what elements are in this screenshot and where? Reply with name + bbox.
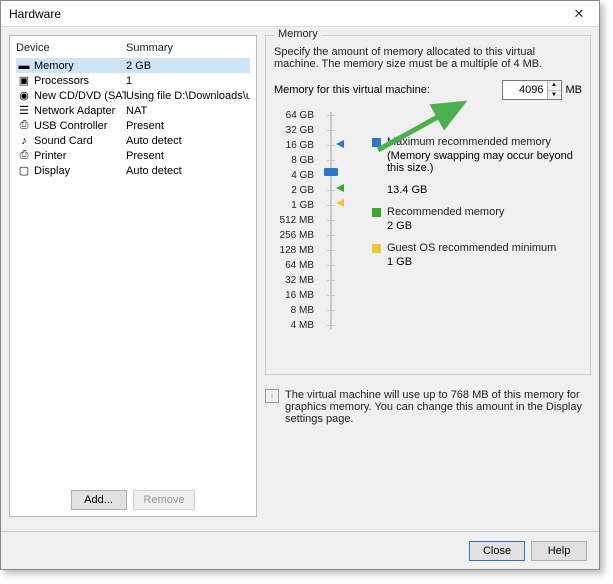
scale-tick-label: 64 GB xyxy=(274,108,314,123)
scale-tick-label: 32 MB xyxy=(274,273,314,288)
cpu-icon: ▣ xyxy=(16,74,32,88)
device-summary: NAT xyxy=(126,105,250,117)
help-button[interactable]: Help xyxy=(531,541,587,561)
sound-icon: ♪ xyxy=(16,134,32,148)
device-summary: Present xyxy=(126,150,250,162)
device-row[interactable]: ▬Memory2 GB xyxy=(16,58,250,73)
graphics-memory-note: i The virtual machine will use up to 768… xyxy=(265,389,591,425)
title-bar: Hardware ✕ xyxy=(1,1,599,27)
max-note: (Memory swapping may occur beyond this s… xyxy=(387,150,582,174)
device-summary: 1 xyxy=(126,75,250,87)
device-row[interactable]: ▣Processors1 xyxy=(16,73,250,88)
graphics-note-text: The virtual machine will use up to 768 M… xyxy=(285,389,591,425)
memory-slider[interactable] xyxy=(322,108,342,333)
max-value: 13.4 GB xyxy=(387,184,582,196)
scale-tick-label: 4 MB xyxy=(274,318,314,333)
scale-tick-label: 512 MB xyxy=(274,213,314,228)
spinner-up-icon[interactable]: ▲ xyxy=(548,81,561,91)
scale-tick-label: 2 GB xyxy=(274,183,314,198)
scale-tick-label: 128 MB xyxy=(274,243,314,258)
device-list-header: Device Summary xyxy=(16,42,250,58)
window-close-button[interactable]: ✕ xyxy=(559,6,599,22)
scale-tick-label: 32 GB xyxy=(274,123,314,138)
device-list-panel: Device Summary ▬Memory2 GB▣Processors1◉N… xyxy=(9,35,257,517)
memory-input[interactable] xyxy=(503,81,547,99)
display-icon: ▢ xyxy=(16,164,32,178)
scale-tick-label: 16 GB xyxy=(274,138,314,153)
device-name: USB Controller xyxy=(34,120,126,132)
slider-thumb[interactable] xyxy=(324,168,338,176)
device-name: Printer xyxy=(34,150,126,162)
device-row[interactable]: ⎙PrinterPresent xyxy=(16,148,250,163)
device-name: New CD/DVD (SATA) xyxy=(34,90,126,102)
scale-tick-label: 256 MB xyxy=(274,228,314,243)
memory-input-label: Memory for this virtual machine: xyxy=(274,84,498,96)
scale-tick-label: 8 GB xyxy=(274,153,314,168)
scale-tick-label: 8 MB xyxy=(274,303,314,318)
device-summary: 2 GB xyxy=(126,60,250,72)
memory-group: Memory Specify the amount of memory allo… xyxy=(265,35,591,375)
dialog-footer: Close Help xyxy=(1,531,599,569)
memory-scale-labels: 64 GB32 GB16 GB8 GB4 GB2 GB1 GB512 MB256… xyxy=(274,108,322,333)
spinner-down-icon[interactable]: ▼ xyxy=(548,91,561,100)
memory-unit: MB xyxy=(566,84,583,96)
memory-legend: Maximum recommended memory (Memory swapp… xyxy=(342,108,582,333)
square-icon xyxy=(372,244,381,253)
device-name: Network Adapter xyxy=(34,105,126,117)
memory-desc: Specify the amount of memory allocated t… xyxy=(274,46,582,70)
device-name: Memory xyxy=(34,60,126,72)
device-row[interactable]: ⎙USB ControllerPresent xyxy=(16,118,250,133)
square-icon xyxy=(372,138,381,147)
printer-icon: ⎙ xyxy=(16,149,32,163)
scale-tick-label: 64 MB xyxy=(274,258,314,273)
window-title: Hardware xyxy=(9,7,61,21)
device-row[interactable]: ☰Network AdapterNAT xyxy=(16,103,250,118)
square-icon xyxy=(372,208,381,217)
device-summary: Auto detect xyxy=(126,135,250,147)
memory-spinner[interactable]: ▲ ▼ xyxy=(502,80,562,100)
group-legend: Memory xyxy=(274,28,322,40)
usb-icon: ⎙ xyxy=(16,119,32,133)
add-button[interactable]: Add... xyxy=(71,490,127,510)
net-icon: ☰ xyxy=(16,104,32,118)
scale-tick-label: 1 GB xyxy=(274,198,314,213)
col-device: Device xyxy=(16,42,126,54)
device-row[interactable]: ♪Sound CardAuto detect xyxy=(16,133,250,148)
device-summary: Present xyxy=(126,120,250,132)
max-marker-icon xyxy=(336,140,344,148)
memory-settings-panel: Memory Specify the amount of memory allo… xyxy=(265,35,591,517)
device-row[interactable]: ▢DisplayAuto detect xyxy=(16,163,250,178)
remove-button: Remove xyxy=(133,490,196,510)
hardware-dialog: Hardware ✕ Device Summary ▬Memory2 GB▣Pr… xyxy=(0,0,600,570)
device-row[interactable]: ◉New CD/DVD (SATA)Using file D:\Download… xyxy=(16,88,250,103)
max-label: Maximum recommended memory xyxy=(387,136,582,148)
scale-tick-label: 16 MB xyxy=(274,288,314,303)
rec-value: 2 GB xyxy=(387,220,582,232)
min-label: Guest OS recommended minimum xyxy=(387,242,582,254)
min-value: 1 GB xyxy=(387,256,582,268)
close-button[interactable]: Close xyxy=(469,541,525,561)
info-icon: i xyxy=(265,389,279,403)
memory-icon: ▬ xyxy=(16,59,32,73)
cd-icon: ◉ xyxy=(16,89,32,103)
min-marker-icon xyxy=(336,199,344,207)
device-name: Sound Card xyxy=(34,135,126,147)
device-summary: Auto detect xyxy=(126,165,250,177)
col-summary: Summary xyxy=(126,42,250,54)
scale-tick-label: 4 GB xyxy=(274,168,314,183)
device-summary: Using file D:\Downloads\ubu... xyxy=(126,90,250,102)
recommended-marker-icon xyxy=(336,184,344,192)
device-name: Display xyxy=(34,165,126,177)
rec-label: Recommended memory xyxy=(387,206,582,218)
device-name: Processors xyxy=(34,75,126,87)
